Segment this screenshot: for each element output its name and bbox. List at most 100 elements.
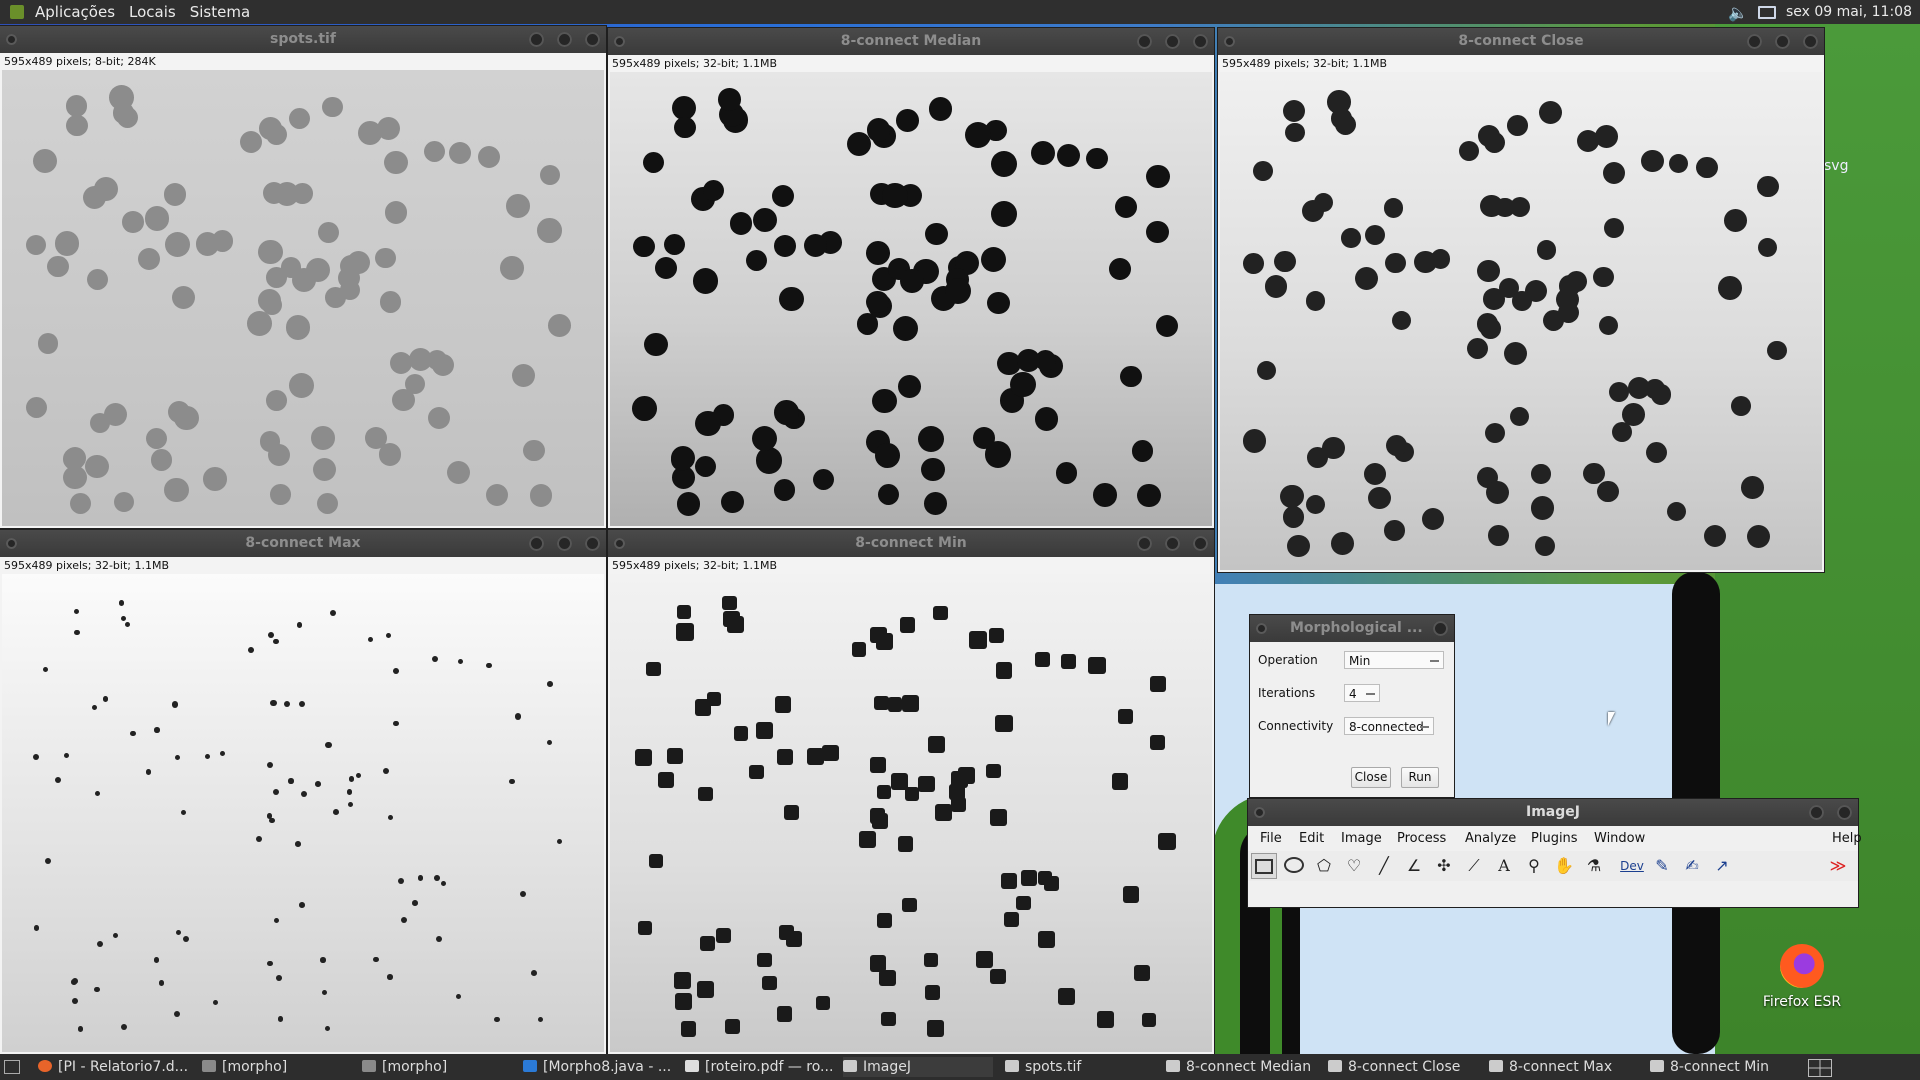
minimize-icon[interactable] xyxy=(1747,34,1762,49)
menu-process[interactable]: Process xyxy=(1397,831,1446,846)
empty-slot-icon[interactable] xyxy=(1739,853,1765,879)
close-icon[interactable] xyxy=(1193,34,1208,49)
line-icon[interactable]: ╱ xyxy=(1371,853,1397,879)
clock[interactable]: sex 09 mai, 11:08 xyxy=(1786,4,1912,20)
run-button[interactable]: Run xyxy=(1401,767,1439,788)
volume-icon[interactable]: 🔈 xyxy=(1728,3,1748,22)
menu-help[interactable]: Help xyxy=(1832,831,1862,846)
oval-icon[interactable] xyxy=(1281,853,1307,879)
window-titlebar[interactable]: 8-connect Max xyxy=(0,530,606,557)
apps-logo-icon[interactable] xyxy=(10,5,24,19)
imagej-window[interactable]: ImageJ File Edit Image Process Analyze P… xyxy=(1248,799,1862,907)
image-canvas[interactable] xyxy=(1220,72,1822,570)
image-canvas[interactable] xyxy=(2,574,604,1052)
close-icon[interactable] xyxy=(1803,34,1818,49)
close-icon[interactable] xyxy=(1837,805,1852,820)
maximize-icon[interactable] xyxy=(557,32,572,47)
image-spot xyxy=(1495,198,1515,218)
window-menu-icon[interactable] xyxy=(1256,623,1267,634)
magnifier-icon[interactable]: ⚲ xyxy=(1521,853,1547,879)
freehand-icon[interactable]: ♡ xyxy=(1341,853,1367,879)
network-icon[interactable] xyxy=(1757,5,1776,19)
window-min[interactable]: 8-connect Min 595x489 pixels; 32-bit; 1.… xyxy=(608,530,1214,1054)
minimize-icon[interactable] xyxy=(529,536,544,551)
window-close[interactable]: 8-connect Close 595x489 pixels; 32-bit; … xyxy=(1218,28,1824,572)
maximize-icon[interactable] xyxy=(1165,34,1180,49)
window-spots[interactable]: spots.tif 595x489 pixels; 8-bit; 284K xyxy=(0,26,606,528)
window-titlebar[interactable]: spots.tif xyxy=(0,26,606,53)
desktop-svg-label[interactable]: svg xyxy=(1824,158,1848,174)
menu-file[interactable]: File xyxy=(1260,831,1282,846)
window-titlebar[interactable]: 8-connect Close xyxy=(1218,28,1824,55)
close-icon[interactable] xyxy=(585,536,600,551)
window-menu-icon[interactable] xyxy=(614,538,625,549)
image-canvas[interactable] xyxy=(610,574,1212,1052)
close-icon[interactable] xyxy=(1433,621,1448,636)
iterations-select[interactable]: 4 xyxy=(1344,684,1380,702)
menu-plugins[interactable]: Plugins xyxy=(1531,831,1578,846)
empty-slot-icon[interactable] xyxy=(1769,853,1795,879)
pencil-icon[interactable]: ✎ xyxy=(1649,853,1675,879)
arrow-icon[interactable]: ↗ xyxy=(1709,853,1735,879)
close-icon[interactable] xyxy=(1193,536,1208,551)
image-canvas[interactable] xyxy=(2,70,604,526)
window-menu-icon[interactable] xyxy=(6,538,17,549)
hand-icon[interactable]: ✋ xyxy=(1551,853,1577,879)
minimize-icon[interactable] xyxy=(529,32,544,47)
show-desktop-icon[interactable] xyxy=(4,1060,20,1074)
menu-image[interactable]: Image xyxy=(1341,831,1382,846)
menu-locais[interactable]: Locais xyxy=(122,3,183,21)
morphological-dialog[interactable]: Morphological ... Operation Min Iteratio… xyxy=(1250,615,1454,797)
minimize-icon[interactable] xyxy=(1809,805,1824,820)
point-icon[interactable]: ✣ xyxy=(1431,853,1457,879)
taskbar-item[interactable]: spots.tif xyxy=(1005,1057,1155,1077)
dev-icon[interactable]: Dev xyxy=(1619,853,1645,879)
maximize-icon[interactable] xyxy=(557,536,572,551)
connectivity-select[interactable]: 8-connected xyxy=(1344,717,1434,735)
firefox-label[interactable]: Firefox ESR xyxy=(1762,994,1842,1010)
imagej-titlebar[interactable]: ImageJ xyxy=(1248,799,1858,826)
rectangle-icon[interactable] xyxy=(1251,853,1277,879)
dialog-titlebar[interactable]: Morphological ... xyxy=(1250,615,1454,642)
minimize-icon[interactable] xyxy=(1137,34,1152,49)
more-tools-icon[interactable]: ≫ xyxy=(1825,853,1851,879)
menu-aplicacoes[interactable]: Aplicações xyxy=(28,3,122,21)
angle-icon[interactable]: ∠ xyxy=(1401,853,1427,879)
maximize-icon[interactable] xyxy=(1165,536,1180,551)
window-menu-icon[interactable] xyxy=(6,34,17,45)
window-max[interactable]: 8-connect Max 595x489 pixels; 32-bit; 1.… xyxy=(0,530,606,1054)
taskbar-item[interactable]: [morpho] xyxy=(202,1057,352,1077)
wand-icon[interactable]: ⟋ xyxy=(1461,853,1487,879)
menu-analyze[interactable]: Analyze xyxy=(1465,831,1516,846)
taskbar-item[interactable]: 8-connect Min xyxy=(1650,1057,1800,1077)
window-menu-icon[interactable] xyxy=(614,36,625,47)
window-menu-icon[interactable] xyxy=(1254,807,1265,818)
polygon-icon[interactable]: ⬠ xyxy=(1311,853,1337,879)
taskbar-item[interactable]: [Morpho8.java - ... xyxy=(523,1057,673,1077)
window-titlebar[interactable]: 8-connect Median xyxy=(608,28,1214,55)
close-icon[interactable] xyxy=(585,32,600,47)
text-icon[interactable]: A xyxy=(1491,853,1517,879)
taskbar-item[interactable]: [roteiro.pdf — ro... xyxy=(685,1057,835,1077)
taskbar-item[interactable]: [morpho] xyxy=(362,1057,512,1077)
maximize-icon[interactable] xyxy=(1775,34,1790,49)
menu-edit[interactable]: Edit xyxy=(1299,831,1324,846)
image-canvas[interactable] xyxy=(610,72,1212,526)
minimize-icon[interactable] xyxy=(1137,536,1152,551)
menu-sistema[interactable]: Sistema xyxy=(183,3,257,21)
workspace-switcher-icon[interactable] xyxy=(1808,1059,1832,1077)
dropper-icon[interactable]: ⚗ xyxy=(1581,853,1607,879)
window-titlebar[interactable]: 8-connect Min xyxy=(608,530,1214,557)
taskbar-item[interactable]: ImageJ xyxy=(843,1057,993,1077)
brush-icon[interactable]: ✍ xyxy=(1679,853,1705,879)
taskbar-item[interactable]: 8-connect Median xyxy=(1166,1057,1316,1077)
menu-window[interactable]: Window xyxy=(1594,831,1645,846)
taskbar-item[interactable]: 8-connect Close xyxy=(1328,1057,1478,1077)
window-median[interactable]: 8-connect Median 595x489 pixels; 32-bit;… xyxy=(608,28,1214,528)
taskbar-item[interactable]: [PI - Relatorio7.d... xyxy=(38,1057,188,1077)
firefox-desktop-icon[interactable]: Firefox ESR xyxy=(1762,944,1842,1010)
operation-select[interactable]: Min xyxy=(1344,651,1444,669)
close-button[interactable]: Close xyxy=(1351,767,1391,788)
window-menu-icon[interactable] xyxy=(1224,36,1235,47)
taskbar-item[interactable]: 8-connect Max xyxy=(1489,1057,1639,1077)
